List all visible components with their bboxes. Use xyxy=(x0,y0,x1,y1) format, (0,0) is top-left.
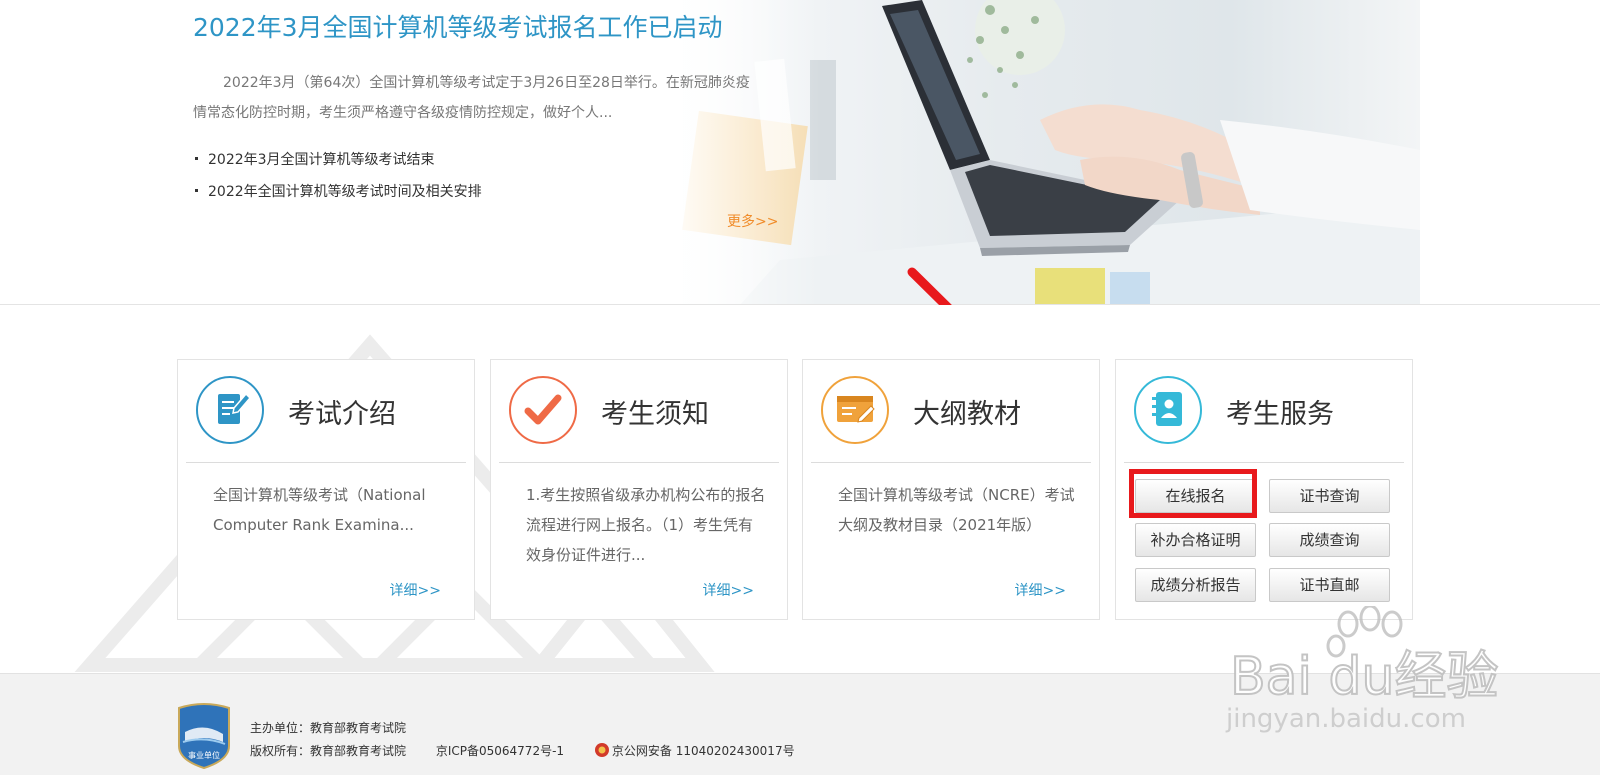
headline-description: 2022年3月（第64次）全国计算机等级考试定于3月26日至28日举行。在新冠肺… xyxy=(193,75,750,121)
copyright-text: 版权所有：教育部教育考试院 xyxy=(250,744,407,758)
document-pen-icon[interactable] xyxy=(196,376,264,444)
baidu-watermark: Bai du经验 xyxy=(1229,606,1499,706)
headline-title[interactable]: 2022年3月全国计算机等级考试报名工作已启动 xyxy=(193,8,723,44)
hero-banner: 2022年3月全国计算机等级考试报名工作已启动 2022年3月（第64次）全国计… xyxy=(0,0,1600,305)
syllabus-board-icon[interactable] xyxy=(821,376,889,444)
more-news-link[interactable]: 更多>> xyxy=(727,211,778,231)
institution-badge-logo: 事业单位 xyxy=(178,703,230,770)
watermark-url: jingyan.baidu.com xyxy=(1226,704,1466,734)
news-item[interactable]: 2022年全国计算机等级考试时间及相关安排 xyxy=(195,176,482,208)
card-description: 全国计算机等级考试（NCRE）考试大纲及教材目录（2021年版） xyxy=(838,486,1075,534)
card-header: 考生须知 xyxy=(499,360,779,463)
card-title[interactable]: 考生服务 xyxy=(1226,392,1334,431)
card-description: 全国计算机等级考试（National Computer Rank Examina… xyxy=(213,486,426,534)
certificate-query-button[interactable]: 证书查询 xyxy=(1269,479,1390,513)
card-header: 考试介绍 xyxy=(186,360,466,463)
bullet-icon xyxy=(195,189,198,192)
checkmark-icon[interactable] xyxy=(509,376,577,444)
bullet-icon xyxy=(195,157,198,160)
footer-copyright-row: 版权所有：教育部教育考试院 京ICP备05064772号-1 京公网安备 110… xyxy=(250,742,821,759)
card-exam-intro: 考试介绍 全国计算机等级考试（National Computer Rank Ex… xyxy=(177,359,475,620)
card-title[interactable]: 大纲教材 xyxy=(913,392,1021,431)
score-analysis-report-button[interactable]: 成绩分析报告 xyxy=(1135,568,1256,602)
news-item[interactable]: 2022年3月全国计算机等级考试结束 xyxy=(195,144,482,176)
card-title[interactable]: 考生须知 xyxy=(601,392,709,431)
icp-link[interactable]: 京ICP备05064772号-1 xyxy=(436,744,564,758)
card-header: 考生服务 xyxy=(1124,360,1404,463)
card-candidate-notice: 考生须知 1.考生按照省级承办机构公布的报名流程进行网上报名。（1）考生凭有效身… xyxy=(490,359,788,620)
news-list: 2022年3月全国计算机等级考试结束 2022年全国计算机等级考试时间及相关安排 xyxy=(195,144,482,208)
score-query-button[interactable]: 成绩查询 xyxy=(1269,523,1390,557)
police-record-link[interactable]: 京公网安备 11040202430017号 xyxy=(612,744,795,758)
contacts-book-icon[interactable] xyxy=(1134,376,1202,444)
card-header: 大纲教材 xyxy=(811,360,1091,463)
details-link[interactable]: 详细>> xyxy=(1015,580,1066,600)
card-title[interactable]: 考试介绍 xyxy=(288,392,396,431)
card-description: 1.考生按照省级承办机构公布的报名流程进行网上报名。（1）考生凭有效身份证件进行… xyxy=(526,486,766,564)
highlight-box xyxy=(1129,469,1257,518)
host-unit-text: 主办单位：教育部教育考试院 xyxy=(250,721,407,735)
watermark-brand: Bai du经验 xyxy=(1230,647,1498,706)
police-badge-icon xyxy=(594,743,609,757)
details-link[interactable]: 详细>> xyxy=(390,580,441,600)
logo-label: 事业单位 xyxy=(188,750,220,760)
certificate-mail-button[interactable]: 证书直邮 xyxy=(1269,568,1390,602)
details-link[interactable]: 详细>> xyxy=(703,580,754,600)
card-syllabus: 大纲教材 全国计算机等级考试（NCRE）考试大纲及教材目录（2021年版） 详细… xyxy=(802,359,1100,620)
reissue-certificate-button[interactable]: 补办合格证明 xyxy=(1135,523,1256,557)
